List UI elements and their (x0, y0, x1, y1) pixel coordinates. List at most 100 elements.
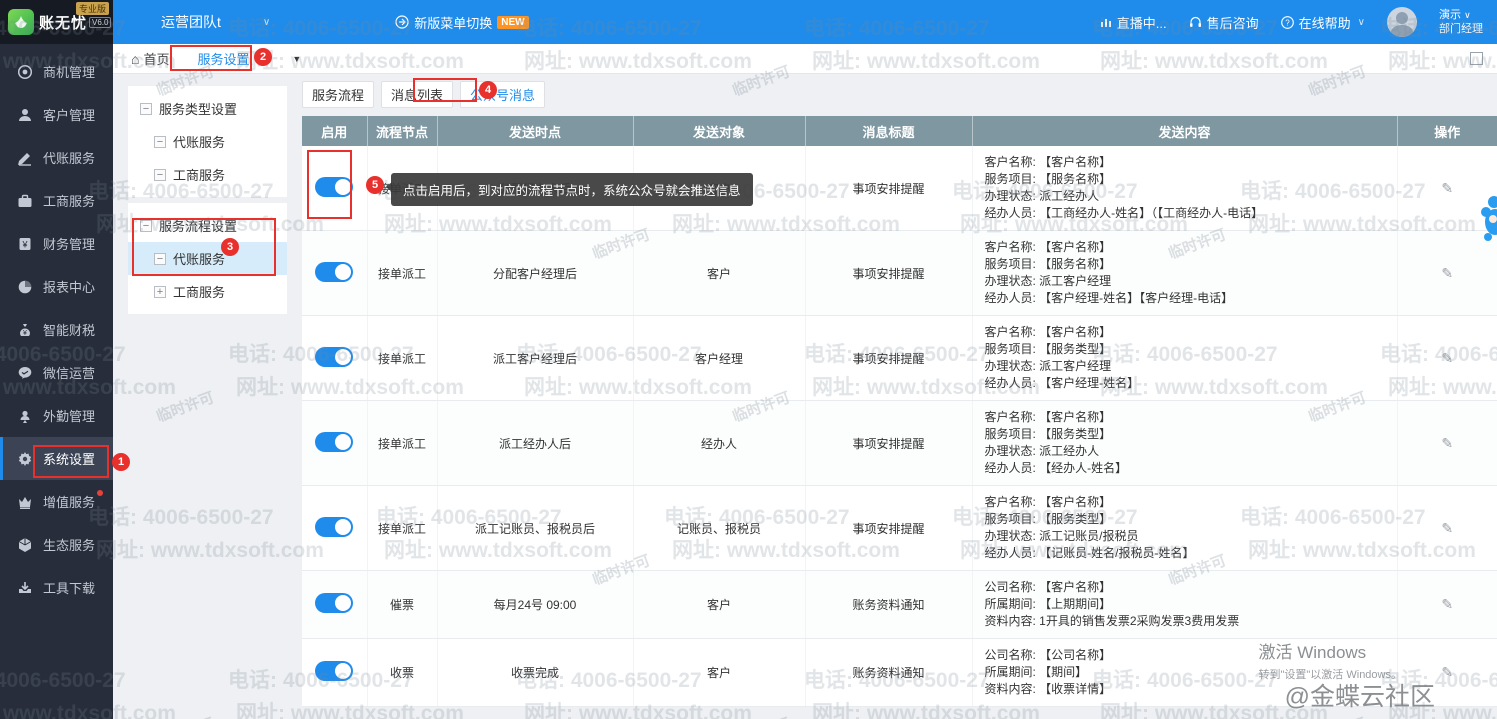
sidebar-item-label: 客户管理 (43, 105, 95, 124)
sidebar-item-生态服务[interactable]: 生态服务 (0, 523, 113, 566)
tab-服务流程[interactable]: 服务流程 (302, 81, 374, 108)
column-header: 发送对象 (633, 116, 805, 146)
table-row: 收票收票完成客户账务资料通知公司名称: 【公司名称】所属期间: 【期间】资料内容… (302, 639, 1497, 707)
sidebar-item-系统设置[interactable]: 系统设置 (0, 437, 113, 480)
customer-icon (16, 106, 34, 124)
tree-item-代账服务[interactable]: −代账服务 (128, 125, 287, 158)
tree-group-title[interactable]: −服务类型设置 (128, 92, 287, 125)
enable-toggle[interactable] (315, 661, 353, 681)
sidebar-item-商机管理[interactable]: 商机管理 (0, 50, 113, 93)
assistant-mascot-icon[interactable] (1480, 192, 1497, 244)
team-selector[interactable]: 运营团队t ∨ (161, 12, 270, 32)
new-badge: NEW (497, 16, 528, 29)
question-icon: ? (1281, 16, 1294, 29)
sidebar-item-智能财税[interactable]: ¥智能财税 (0, 308, 113, 351)
flow-node-cell: 接单派工 (367, 231, 437, 316)
sidebar-item-报表中心[interactable]: 报表中心 (0, 265, 113, 308)
enable-toggle[interactable] (315, 432, 353, 452)
edit-icon[interactable]: ✎ (1441, 520, 1453, 536)
report-icon (16, 278, 34, 296)
sidebar-item-增值服务[interactable]: 增值服务 (0, 480, 113, 523)
column-header: 消息标题 (805, 116, 972, 146)
tree-item-工商服务[interactable]: +工商服务 (128, 275, 287, 308)
flow-node-cell: 接单派工 (367, 486, 437, 571)
briefcase-icon (16, 192, 34, 210)
table-row: 接单派工分配客户经理后客户事项安排提醒客户名称: 【客户名称】服务项目: 【服务… (302, 231, 1497, 316)
breadcrumb-home[interactable]: ⌂ 首页 (131, 49, 169, 68)
send-time-cell: 分配客户经理后 (437, 231, 633, 316)
avatar[interactable] (1387, 7, 1417, 37)
user-meta[interactable]: 演示 ∨ 部门经理 (1439, 8, 1483, 36)
flow-node-cell: 催票 (367, 571, 437, 639)
collapse-icon[interactable]: − (154, 136, 166, 148)
tab-消息列表[interactable]: 消息列表 (381, 81, 453, 108)
enable-toggle[interactable] (315, 517, 353, 537)
tree-item-代账服务[interactable]: −代账服务 (128, 242, 287, 275)
expand-icon[interactable]: + (154, 286, 166, 298)
collapse-icon[interactable]: − (154, 169, 166, 181)
edit-icon[interactable]: ✎ (1441, 596, 1453, 612)
switch-icon (395, 15, 409, 29)
sidebar-item-客户管理[interactable]: 客户管理 (0, 93, 113, 136)
annotation-badge-2: 2 (254, 48, 272, 66)
send-time-cell: 派工记账员、报税员后 (437, 486, 633, 571)
enable-toggle[interactable] (315, 262, 353, 282)
edit-icon[interactable]: ✎ (1441, 350, 1453, 366)
finance-icon: ¥ (16, 235, 34, 253)
sidebar-item-财务管理[interactable]: ¥财务管理 (0, 222, 113, 265)
sidebar-item-代账服务[interactable]: 代账服务 (0, 136, 113, 179)
collapse-icon[interactable]: − (154, 253, 166, 265)
sidebar-item-label: 系统设置 (43, 449, 95, 468)
column-header: 流程节点 (367, 116, 437, 146)
flow-node-cell: 接单派工 (367, 316, 437, 401)
send-content-cell: 客户名称: 【客户名称】服务项目: 【服务类型】办理状态: 派工经办人经办人员:… (972, 401, 1397, 486)
content-area: −服务类型设置−代账服务−工商服务−服务流程设置−代账服务+工商服务 服务流程消… (113, 75, 1497, 719)
enable-toggle[interactable] (315, 347, 353, 367)
download-icon (16, 579, 34, 597)
edit-icon[interactable]: ✎ (1441, 664, 1453, 680)
sidebar-item-工商服务[interactable]: 工商服务 (0, 179, 113, 222)
gear-icon (16, 450, 34, 468)
table-row: 接单派工派工客户经理后客户经理事项安排提醒客户名称: 【客户名称】服务项目: 【… (302, 316, 1497, 401)
wechat-icon (16, 364, 34, 382)
send-target-cell: 客户 (633, 571, 805, 639)
tree-group-title[interactable]: −服务流程设置 (128, 209, 287, 242)
sidebar-item-label: 外勤管理 (43, 406, 95, 425)
collapse-icon[interactable]: − (140, 103, 152, 115)
edit-icon[interactable]: ✎ (1441, 435, 1453, 451)
sidebar-item-微信运营[interactable]: 微信运营 (0, 351, 113, 394)
message-title-cell: 事项安排提醒 (805, 486, 972, 571)
sidebar-item-label: 增值服务 (43, 492, 95, 511)
send-target-cell: 客户 (633, 639, 805, 707)
flow-node-cell: 接单派工 (367, 401, 437, 486)
target-icon (16, 63, 34, 81)
version-badge: V6.0 (89, 17, 111, 28)
sidebar-item-工具下载[interactable]: 工具下载 (0, 566, 113, 609)
send-time-cell: 收票完成 (437, 639, 633, 707)
message-title-cell: 事项安排提醒 (805, 401, 972, 486)
collapse-icon[interactable]: − (140, 220, 152, 232)
table-body: 接单派工分配经办人后客户事项安排提醒客户名称: 【客户名称】服务项目: 【服务名… (302, 146, 1497, 707)
chevron-down-icon: ∨ (263, 17, 270, 28)
enable-toggle[interactable] (315, 593, 353, 613)
sidebar-item-label: 生态服务 (43, 535, 95, 554)
edit-icon[interactable]: ✎ (1441, 180, 1453, 196)
edit-icon[interactable]: ✎ (1441, 265, 1453, 281)
send-content-cell: 客户名称: 【客户名称】服务项目: 【服务类型】办理状态: 派工记账员/报税员经… (972, 486, 1397, 571)
send-content-cell: 公司名称: 【客户名称】所属期间: 【上期期间】资料内容: 1开具的销售发票2采… (972, 571, 1397, 639)
sidebar-item-外勤管理[interactable]: 外勤管理 (0, 394, 113, 437)
tree-item-工商服务[interactable]: −工商服务 (128, 158, 287, 191)
enable-toggle[interactable] (315, 177, 353, 197)
menu-switch-button[interactable]: 新版菜单切换 NEW (395, 13, 528, 32)
send-target-cell: 客户 (633, 231, 805, 316)
svg-text:¥: ¥ (21, 239, 28, 249)
tab-公众号消息[interactable]: 公众号消息 (460, 81, 545, 108)
tab-menu-caret[interactable]: ▼ (292, 54, 301, 64)
live-button[interactable]: 直播中... (1100, 13, 1167, 32)
support-button[interactable]: 售后咨询 (1189, 13, 1259, 32)
fullscreen-icon[interactable] (1470, 52, 1483, 65)
help-button[interactable]: ? 在线帮助 ∨ (1281, 13, 1365, 32)
field-icon (16, 407, 34, 425)
sidebar-menu: 商机管理客户管理代账服务工商服务¥财务管理报表中心¥智能财税微信运营外勤管理系统… (0, 50, 113, 609)
sidebar-item-label: 微信运营 (43, 363, 95, 382)
